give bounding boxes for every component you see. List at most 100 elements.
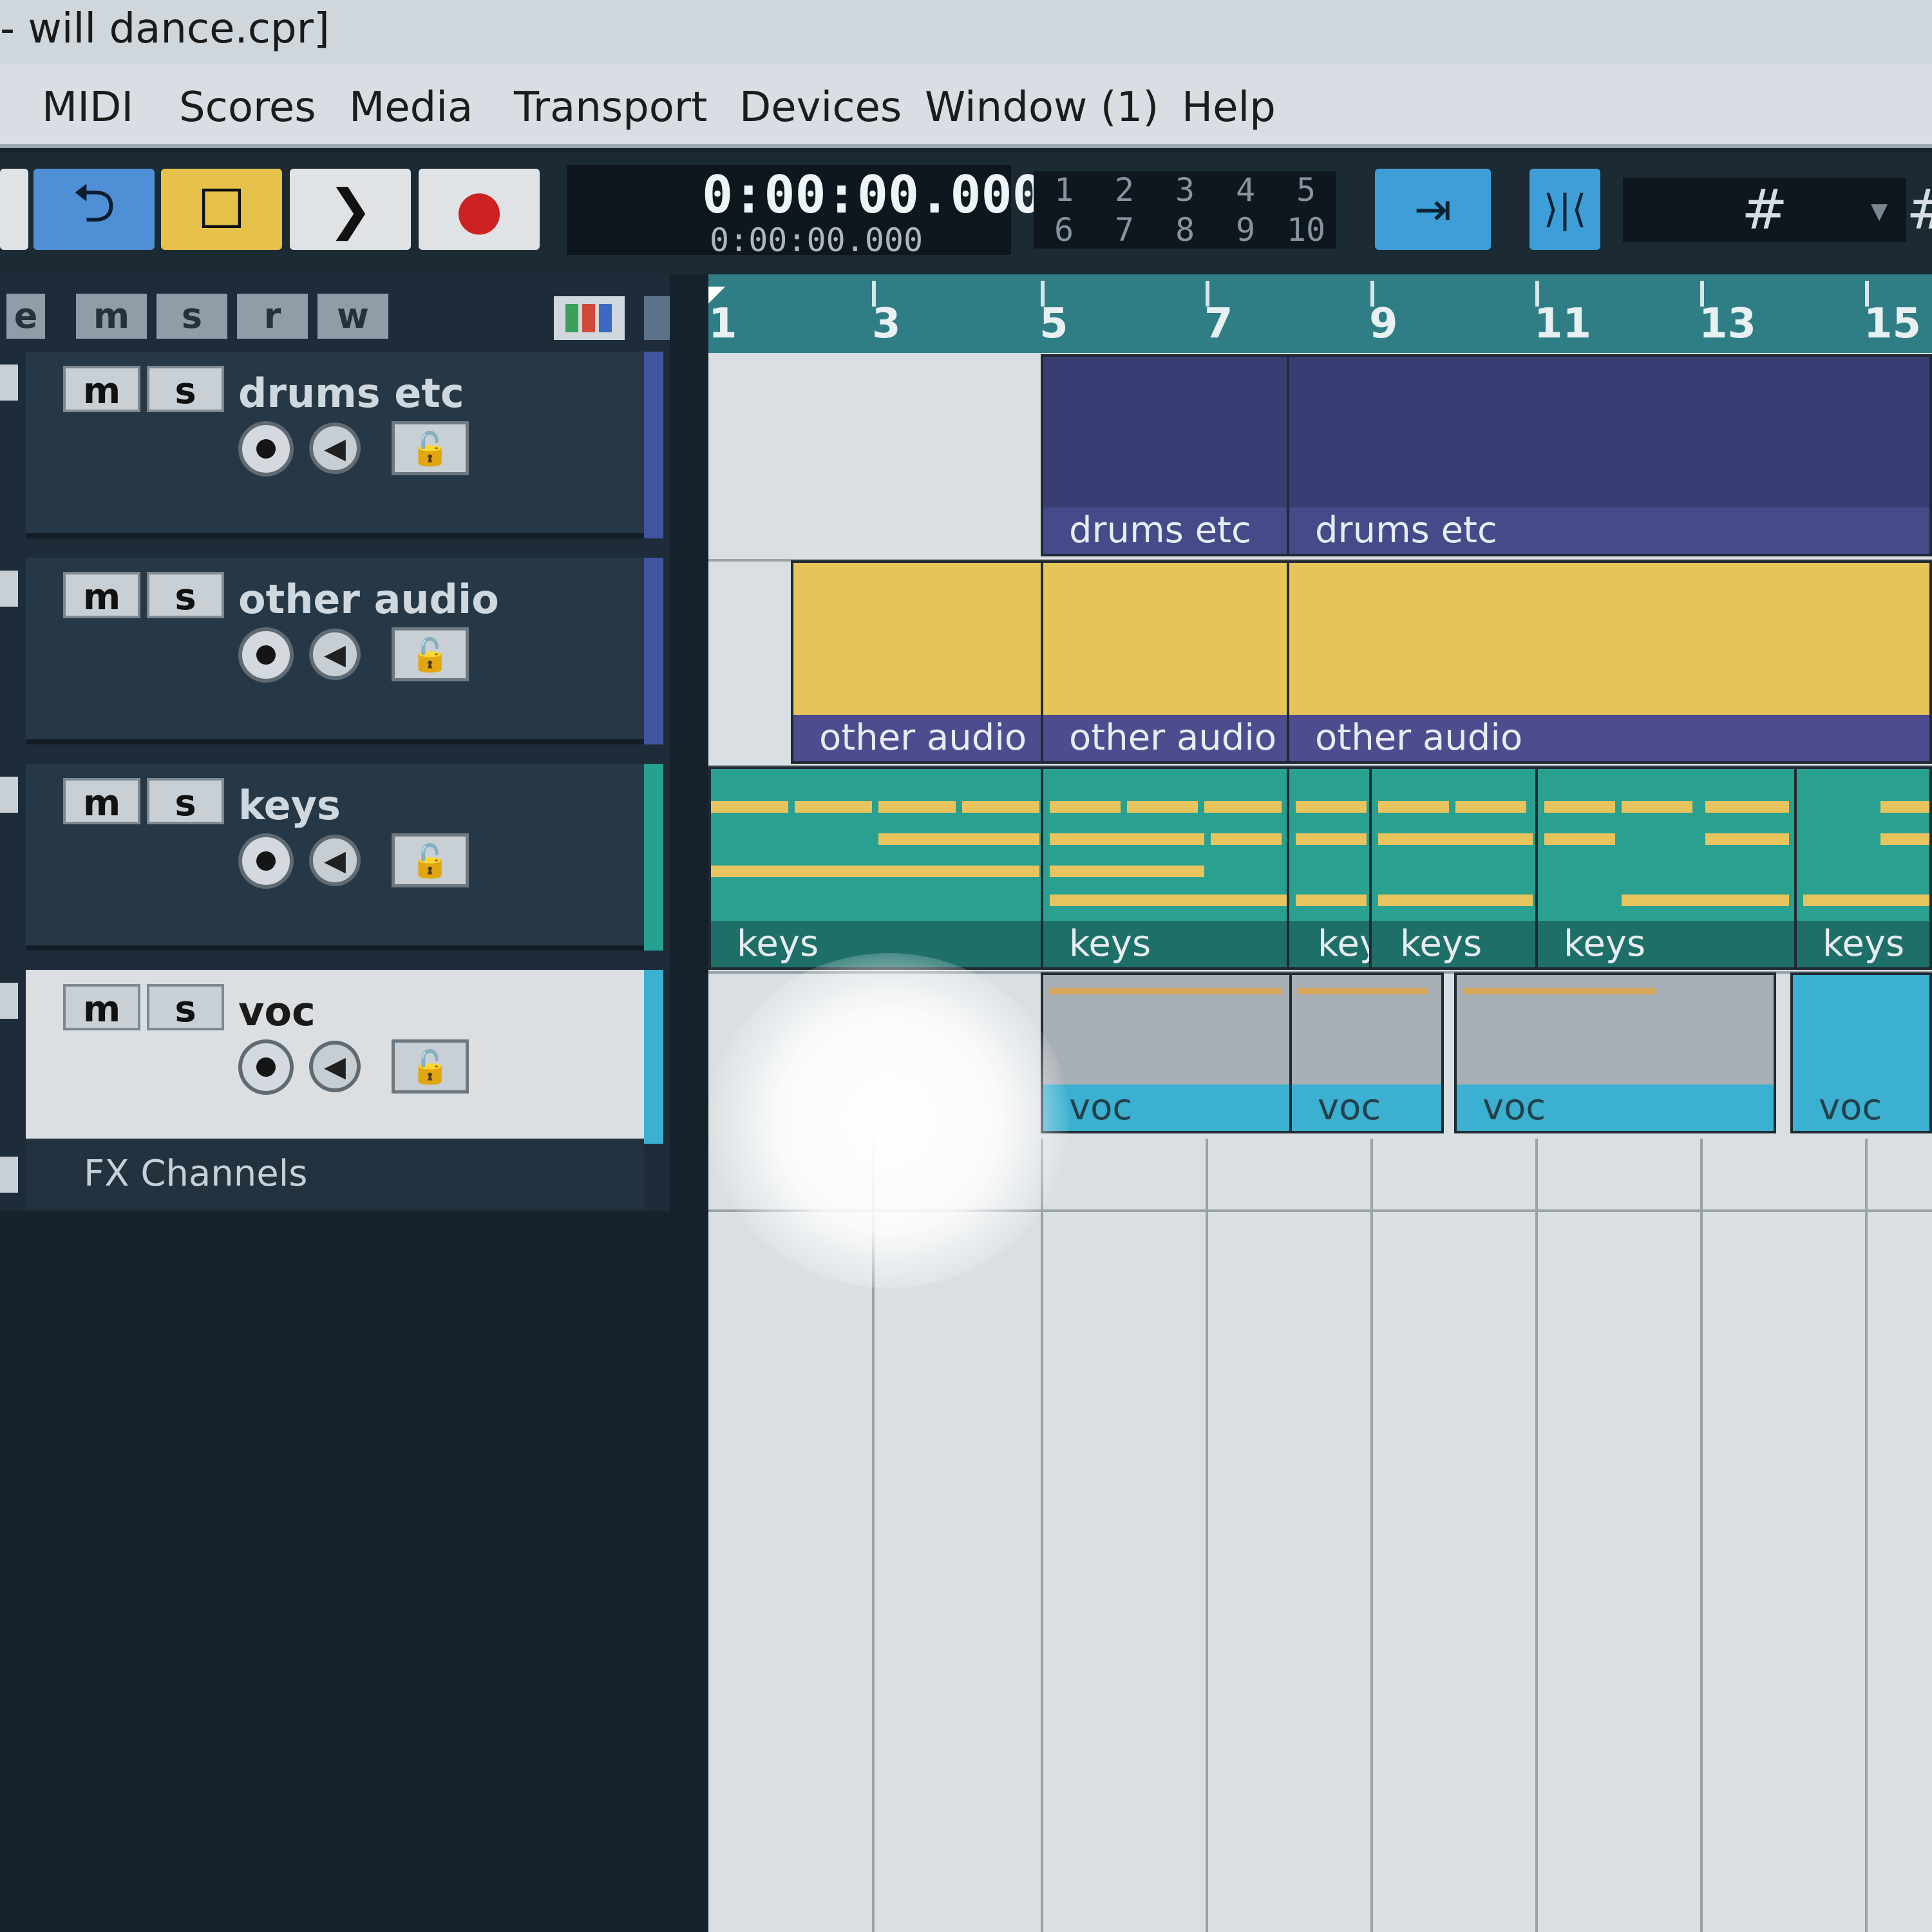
waveform	[1298, 988, 1427, 994]
track-drums-etc[interactable]: m s drums etc ◀ 🔓	[26, 352, 644, 538]
marker-2[interactable]: 2	[1094, 171, 1155, 210]
mute-button[interactable]: m	[63, 984, 140, 1030]
marker-3[interactable]: 3	[1155, 171, 1215, 210]
color-stripe	[582, 304, 595, 332]
menu-scores[interactable]: Scores	[179, 84, 316, 131]
mute-button[interactable]: m	[63, 572, 140, 618]
timeline-ruler[interactable]: ◤ 1 3 5 7 9 11 13 15	[708, 274, 1932, 353]
midi-part[interactable]: keys	[1041, 766, 1289, 970]
menu-devices[interactable]: Devices	[739, 84, 902, 131]
mute-button[interactable]: m	[63, 778, 140, 824]
mute-button[interactable]: m	[63, 366, 140, 412]
stop-button[interactable]: ☐	[161, 169, 282, 250]
record-icon: ●	[455, 178, 503, 241]
fold-tab[interactable]	[0, 777, 18, 813]
marker-7[interactable]: 7	[1094, 211, 1155, 250]
midi-note	[795, 801, 872, 813]
track-name[interactable]: voc	[238, 988, 316, 1035]
midi-note	[1050, 866, 1204, 877]
midi-note	[1050, 895, 1287, 906]
lane-toggle-button[interactable]	[644, 296, 670, 340]
solo-button[interactable]: s	[147, 778, 224, 824]
snap-button[interactable]: ⇥	[1375, 169, 1491, 250]
lock-icon[interactable]: 🔓	[392, 421, 469, 475]
audio-event[interactable]: other audio	[1041, 560, 1289, 764]
fx-channels-folder[interactable]: FX Channels	[26, 1139, 644, 1209]
audio-event[interactable]: voc	[1041, 972, 1292, 1133]
record-enable-icon[interactable]	[238, 421, 294, 477]
fold-tab[interactable]	[0, 365, 18, 401]
track-color-button[interactable]	[554, 296, 625, 340]
audio-event[interactable]: other audio	[791, 560, 1043, 764]
marker-8[interactable]: 8	[1155, 211, 1215, 250]
filter-s-button[interactable]: s	[156, 294, 227, 339]
grid-icon-partial[interactable]: #	[1906, 178, 1932, 242]
track-name[interactable]: drums etc	[238, 370, 464, 417]
marker-4[interactable]: 4	[1215, 171, 1276, 210]
solo-button[interactable]: s	[147, 366, 224, 412]
audio-event[interactable]: drums etc	[1041, 354, 1289, 556]
fold-tab[interactable]	[0, 571, 18, 607]
monitor-icon[interactable]: ◀	[309, 629, 361, 680]
menu-help[interactable]: Help	[1182, 84, 1276, 131]
split-button[interactable]: ⟩|⟨	[1530, 169, 1600, 250]
monitor-icon[interactable]: ◀	[309, 835, 361, 886]
midi-note	[1378, 895, 1533, 906]
midi-note	[1705, 801, 1789, 813]
menu-media[interactable]: Media	[349, 84, 473, 131]
fold-tab[interactable]	[0, 983, 18, 1019]
lock-icon[interactable]: 🔓	[392, 833, 469, 887]
play-button[interactable]: ❯	[290, 169, 411, 250]
filter-m-button[interactable]: m	[76, 294, 147, 339]
midi-part[interactable]: keys	[708, 766, 1043, 970]
filter-e-button[interactable]: e	[6, 294, 45, 339]
audio-event[interactable]: drums etc	[1287, 354, 1932, 556]
midi-part[interactable]: keys	[1794, 766, 1932, 970]
fold-tab[interactable]	[0, 1157, 18, 1193]
grid-selector[interactable]: #	[1623, 178, 1906, 242]
chevron-down-icon[interactable]: ▼	[1871, 198, 1888, 224]
filter-r-button[interactable]: r	[237, 294, 308, 339]
monitor-icon[interactable]: ◀	[309, 1041, 361, 1092]
time-display[interactable]: 0:00:00.000 0:00:00.000	[567, 165, 1043, 259]
marker-10[interactable]: 10	[1276, 211, 1336, 250]
marker-5[interactable]: 5	[1276, 171, 1336, 210]
solo-button[interactable]: s	[147, 572, 224, 618]
midi-part[interactable]: keys	[1369, 766, 1538, 970]
audio-event[interactable]: voc	[1790, 972, 1932, 1133]
menu-window[interactable]: Window (1)	[925, 84, 1159, 131]
midi-note	[1050, 801, 1121, 813]
midi-note	[1204, 801, 1282, 813]
marker-9[interactable]: 9	[1215, 211, 1276, 250]
menu-transport[interactable]: Transport	[514, 84, 707, 131]
audio-event[interactable]: voc	[1454, 972, 1776, 1133]
monitor-icon[interactable]: ◀	[309, 422, 361, 474]
record-enable-icon[interactable]	[238, 833, 294, 889]
marker-6[interactable]: 6	[1034, 211, 1094, 250]
record-button[interactable]: ●	[419, 169, 540, 250]
ruler-label: 11	[1534, 300, 1592, 348]
cycle-button[interactable]: ⮌	[33, 169, 155, 250]
track-name[interactable]: keys	[238, 782, 341, 829]
track-keys[interactable]: m s keys ◀ 🔓	[26, 764, 644, 951]
lock-icon[interactable]: 🔓	[392, 1039, 469, 1094]
audio-event[interactable]: other audio	[1287, 560, 1932, 764]
track-voc[interactable]: m s voc ◀ 🔓	[26, 970, 644, 1144]
record-enable-icon[interactable]	[238, 1039, 294, 1095]
waveform	[1463, 988, 1656, 994]
lock-icon[interactable]: 🔓	[392, 627, 469, 681]
solo-button[interactable]: s	[147, 984, 224, 1030]
audio-event[interactable]: voc	[1289, 972, 1444, 1133]
track-name[interactable]: other audio	[238, 576, 499, 623]
event-display[interactable]: drums etc drums etc other audio other au…	[708, 353, 1932, 1932]
color-stripe	[565, 304, 578, 332]
filter-w-button[interactable]: w	[317, 294, 388, 339]
marker-1[interactable]: 1	[1034, 171, 1094, 210]
menu-midi[interactable]: MIDI	[42, 84, 133, 131]
midi-part[interactable]: keys	[1535, 766, 1797, 970]
record-enable-icon[interactable]	[238, 627, 294, 683]
goto-start-button[interactable]	[0, 169, 28, 250]
midi-part[interactable]: key	[1287, 766, 1372, 970]
track-other-audio[interactable]: m s other audio ◀ 🔓	[26, 558, 644, 744]
menu-bar: MIDI Scores Media Transport Devices Wind…	[0, 64, 1932, 148]
